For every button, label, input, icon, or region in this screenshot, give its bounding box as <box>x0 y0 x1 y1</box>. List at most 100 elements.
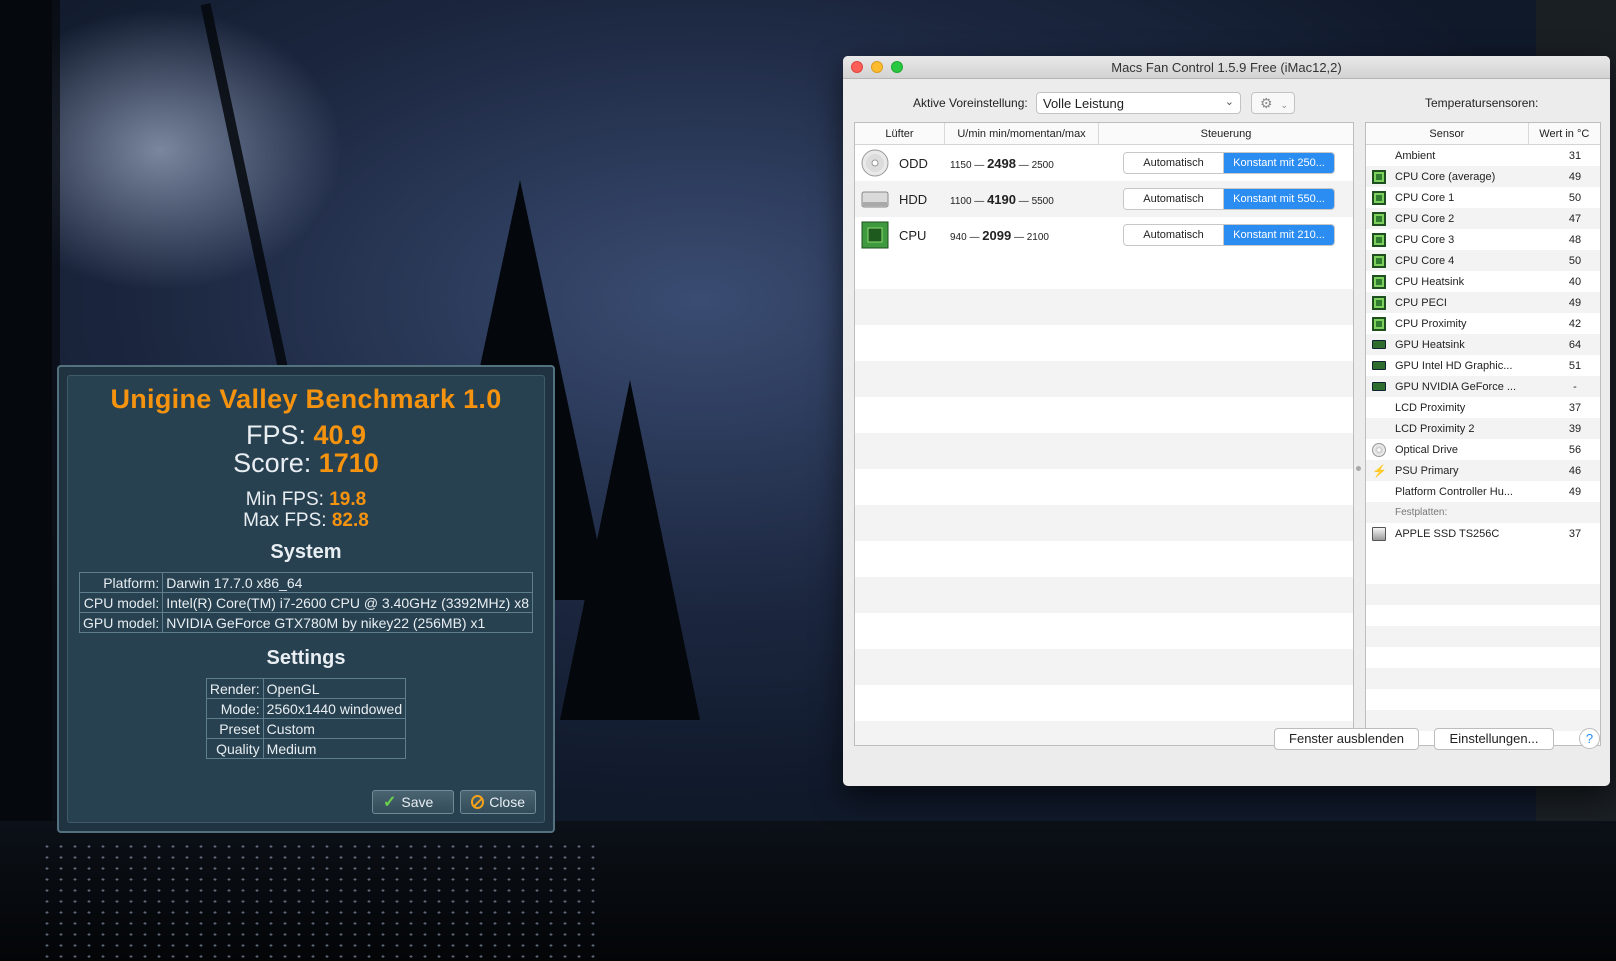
cpu-chip-icon <box>1372 253 1386 268</box>
sensor-value: 48 <box>1568 233 1582 246</box>
system-value: Intel(R) Core(TM) i7-2600 CPU @ 3.40GHz … <box>162 592 533 613</box>
gear-menu-button[interactable]: ⚙ ⌄ <box>1251 92 1295 114</box>
cpu-chip-icon <box>1372 316 1386 331</box>
minimize-window-icon[interactable] <box>871 61 883 73</box>
settings-heading: Settings <box>266 647 346 669</box>
sensor-row[interactable]: GPU Intel HD Graphic... 51 <box>1366 355 1600 376</box>
max-fps-label: Max FPS: <box>243 510 327 531</box>
sensor-name: Platform Controller Hu... <box>1395 485 1513 498</box>
sensor-name: LCD Proximity <box>1395 401 1466 414</box>
zoom-window-icon[interactable] <box>891 61 903 73</box>
constant-rpm-button[interactable]: Konstant mit 550... <box>1224 189 1334 209</box>
fan-row-odd[interactable]: ODD 1150 — 2498 — 2500 Automatisch Konst… <box>855 145 1353 181</box>
fan-row-cpu[interactable]: CPU 940 — 2099 — 2100 Automatisch Konsta… <box>855 217 1353 253</box>
unigine-results-dialog: Unigine Valley Benchmark 1.0 FPS: 40.9 S… <box>57 365 555 833</box>
sensor-row[interactable]: GPU NVIDIA GeForce ... - <box>1366 376 1600 397</box>
sensor-row[interactable]: CPU Core 1 50 <box>1366 187 1600 208</box>
automatic-button[interactable]: Automatisch <box>1124 225 1224 245</box>
sensor-row[interactable]: CPU Core 3 48 <box>1366 229 1600 250</box>
sensors-list: Ambient 31 CPU Core (average) 49 CPU Core 1 5… <box>1366 145 1600 544</box>
sensor-name: CPU Proximity <box>1395 317 1467 330</box>
sensor-value: 50 <box>1568 191 1582 204</box>
system-key: CPU model: <box>78 592 164 613</box>
max-fps-line: Max FPS: 82.8 <box>68 510 544 531</box>
close-button[interactable]: Close <box>460 790 536 814</box>
min-fps-line: Min FPS: 19.8 <box>68 489 544 510</box>
fan-rpm-current: 2498 <box>987 155 1016 171</box>
hide-window-button[interactable]: Fenster ausblenden <box>1274 728 1419 750</box>
max-fps-value: 82.8 <box>331 510 369 531</box>
constant-rpm-button[interactable]: Konstant mit 210... <box>1224 225 1334 245</box>
save-button[interactable]: ✓ Save <box>372 790 454 814</box>
constant-rpm-button[interactable]: Konstant mit 250... <box>1224 153 1334 173</box>
graphics-card-icon <box>1372 340 1386 349</box>
split-view-handle[interactable] <box>1356 466 1361 471</box>
sensor-value: 31 <box>1568 149 1582 162</box>
sensor-row[interactable]: LCD Proximity 37 <box>1366 397 1600 418</box>
fans-list: ODD 1150 — 2498 — 2500 Automatisch Konst… <box>855 145 1353 253</box>
sensor-name: CPU Heatsink <box>1395 275 1465 288</box>
sensors-table-header: Sensor Wert in °C <box>1366 123 1600 145</box>
table-row: Render: OpenGL <box>205 678 407 699</box>
column-header[interactable]: U/min min/momentan/max <box>945 123 1099 144</box>
settings-button[interactable]: Einstellungen... <box>1434 728 1554 750</box>
settings-key: Mode: <box>205 698 264 719</box>
help-button[interactable]: ? <box>1579 728 1600 749</box>
fan-rpm-current: 2099 <box>982 227 1012 243</box>
preset-select-value: Volle Leistung <box>1043 96 1124 111</box>
window-titlebar[interactable]: Macs Fan Control 1.5.9 Free (iMac12,2) <box>843 56 1610 79</box>
column-header[interactable]: Lüfter <box>855 123 945 144</box>
column-header[interactable]: Sensor <box>1366 123 1529 144</box>
sensor-value: 37 <box>1568 527 1582 540</box>
fan-name: ODD <box>899 155 928 171</box>
gear-icon: ⚙ <box>1260 95 1273 111</box>
fan-rpm: 1100 — 4190 — 5500 <box>950 191 1054 207</box>
sensor-row[interactable]: CPU Core (average) 49 <box>1366 166 1600 187</box>
score-line: Score: 1710 <box>68 449 544 477</box>
cpu-chip-icon <box>1372 169 1386 184</box>
fan-name: CPU <box>899 227 927 243</box>
preset-select[interactable]: Volle Leistung ⌄ <box>1036 92 1241 114</box>
settings-key: Render: <box>205 678 264 699</box>
sensor-value: 42 <box>1568 317 1582 330</box>
settings-value: Medium <box>262 738 407 759</box>
fan-rpm-max: 2500 <box>1031 159 1054 171</box>
automatic-button[interactable]: Automatisch <box>1124 153 1224 173</box>
column-header[interactable]: Steuerung <box>1099 123 1353 144</box>
sensor-row[interactable]: Platform Controller Hu... 49 <box>1366 481 1600 502</box>
column-header[interactable]: Wert in °C <box>1529 123 1600 144</box>
table-row: GPU model: NVIDIA GeForce GTX780M by nik… <box>78 612 533 633</box>
sensor-name: Ambient <box>1395 149 1436 162</box>
system-table: Platform: Darwin 17.7.0 x86_64 CPU model… <box>78 572 533 633</box>
system-heading: System <box>270 541 342 563</box>
fan-row-hdd[interactable]: HDD 1100 — 4190 — 5500 Automatisch Konst… <box>855 181 1353 217</box>
sensor-row[interactable]: Ambient 31 <box>1366 145 1600 166</box>
close-window-icon[interactable] <box>851 61 863 73</box>
fan-name: HDD <box>899 191 928 207</box>
table-row: Quality Medium <box>205 738 407 759</box>
hard-drive-icon <box>861 191 889 208</box>
automatic-button[interactable]: Automatisch <box>1124 189 1224 209</box>
sensor-row[interactable]: GPU Heatsink 64 <box>1366 334 1600 355</box>
sensor-row[interactable]: Optical Drive 56 <box>1366 439 1600 460</box>
sensor-name: APPLE SSD TS256C <box>1395 527 1500 540</box>
disk-row[interactable]: APPLE SSD TS256C 37 <box>1366 523 1600 544</box>
system-key: Platform: <box>78 572 164 593</box>
sensor-value: 64 <box>1568 338 1582 351</box>
cpu-chip-icon <box>1372 274 1386 289</box>
sensor-row[interactable]: CPU Heatsink 40 <box>1366 271 1600 292</box>
fan-rpm-max: 5500 <box>1031 195 1054 207</box>
preset-toolbar: Aktive Voreinstellung: Volle Leistung ⌄ … <box>843 92 1610 114</box>
cpu-chip-icon <box>861 221 889 249</box>
sensors-table: Sensor Wert in °C Ambient 31 CPU Core (ave… <box>1365 122 1601 746</box>
sensor-row[interactable]: CPU Core 4 50 <box>1366 250 1600 271</box>
sensor-row[interactable]: CPU Core 2 47 <box>1366 208 1600 229</box>
sensor-row[interactable]: ⚡ PSU Primary 46 <box>1366 460 1600 481</box>
sensor-value: - <box>1573 380 1577 393</box>
sensor-row[interactable]: CPU Proximity 42 <box>1366 313 1600 334</box>
macs-fan-control-window: Macs Fan Control 1.5.9 Free (iMac12,2) A… <box>843 56 1610 786</box>
sensor-row[interactable]: CPU PECI 49 <box>1366 292 1600 313</box>
unigine-results-panel: Unigine Valley Benchmark 1.0 FPS: 40.9 S… <box>67 375 545 823</box>
sensor-row[interactable]: LCD Proximity 2 39 <box>1366 418 1600 439</box>
fans-table: Lüfter U/min min/momentan/max Steuerung … <box>854 122 1354 746</box>
